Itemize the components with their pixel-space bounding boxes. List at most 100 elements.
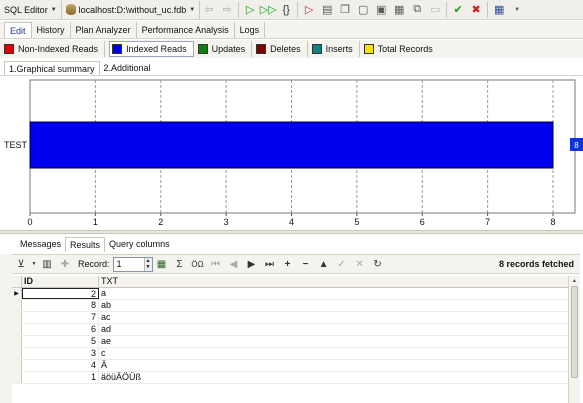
execute-all-icon[interactable]: ▷▷ <box>259 1 277 19</box>
cell-txt[interactable]: a <box>99 288 568 299</box>
prior-record-icon[interactable]: ◀ <box>225 255 243 273</box>
tab-graphical-summary[interactable]: 1.Graphical summary <box>4 61 100 75</box>
x-tick-label: 0 <box>27 217 32 227</box>
chevron-down-icon: ▼ <box>189 6 196 13</box>
cell-id[interactable]: 4 <box>22 360 99 371</box>
tab-additional[interactable]: 2.Additional <box>100 61 155 75</box>
cell-id[interactable]: 6 <box>22 324 99 335</box>
column-header-id[interactable]: ID <box>22 276 99 287</box>
editor-dropdown[interactable]: SQL Editor ▼ <box>0 0 62 19</box>
edit-record-icon[interactable]: ▲ <box>315 255 333 273</box>
record-number-input[interactable]: 1 ▲ ▼ <box>112 256 153 272</box>
rollback-icon[interactable]: ✖ <box>467 1 485 19</box>
tab-messages[interactable]: Messages <box>16 237 65 252</box>
next-record-icon[interactable]: ▶ <box>243 255 261 273</box>
table-view-icon[interactable]: ▦ <box>153 255 171 273</box>
insert-record-icon[interactable]: + <box>279 255 297 273</box>
legend-deletes[interactable]: Deletes <box>256 41 308 57</box>
table-row[interactable]: 3 c <box>12 348 568 360</box>
chevron-down-icon: ▼ <box>50 6 57 13</box>
table-row[interactable]: 8 ab <box>12 300 568 312</box>
left-gutter <box>0 254 12 403</box>
tab-performance-analysis[interactable]: Performance Analysis <box>137 21 235 38</box>
unicode-icon[interactable]: ÖΩ <box>189 255 207 273</box>
calculator-icon[interactable]: ▦ <box>490 1 508 19</box>
execute-block-icon[interactable]: {} <box>277 1 295 19</box>
row-indicator <box>12 360 22 371</box>
cell-id[interactable]: 8 <box>22 300 99 311</box>
x-tick-label: 3 <box>224 217 229 227</box>
cell-txt[interactable]: Ä <box>99 360 568 371</box>
filter-icon[interactable]: ⊻ <box>12 255 30 273</box>
connection-dropdown[interactable]: localhost:D:\without_uc.fdb ▼ <box>62 0 201 19</box>
legend-label: Indexed Reads <box>126 44 187 54</box>
copy-icon[interactable]: ❐ <box>336 1 354 19</box>
row-indicator <box>12 336 22 347</box>
cell-id[interactable]: 5 <box>22 336 99 347</box>
run-icon[interactable]: ▷ <box>300 1 318 19</box>
paste-icon[interactable]: ▣ <box>372 1 390 19</box>
tab-edit[interactable]: Edit <box>4 21 32 38</box>
row-indicator-header <box>12 276 22 287</box>
new-document-icon[interactable]: ▢ <box>354 1 372 19</box>
legend-total-records[interactable]: Total Records <box>363 41 439 57</box>
cell-txt[interactable]: äöüÄÖÜß <box>99 372 568 383</box>
table-filter-icon[interactable]: ▥ <box>38 255 56 273</box>
tab-plan-analyzer[interactable]: Plan Analyzer <box>71 21 137 38</box>
next-statement-icon[interactable]: ⇨ <box>218 1 236 19</box>
cancel-edit-icon[interactable]: ✕ <box>351 255 369 273</box>
cell-txt[interactable]: ae <box>99 336 568 347</box>
legend-inserts[interactable]: Inserts <box>311 41 360 57</box>
refresh-icon[interactable]: ↻ <box>369 255 387 273</box>
delete-record-icon[interactable]: − <box>297 255 315 273</box>
cell-id[interactable]: 2 <box>22 288 99 299</box>
first-record-icon[interactable]: ⏮ <box>207 255 225 273</box>
cell-txt[interactable]: c <box>99 348 568 359</box>
cell-id[interactable]: 3 <box>22 348 99 359</box>
tab-history[interactable]: History <box>32 21 71 38</box>
format-icon[interactable]: ▤ <box>318 1 336 19</box>
grid-toolbar: ⊻ ▼ ▥ ✚ Record: 1 ▲ ▼ ▦ Σ ÖΩ ⏮ ◀ ▶ ⏭ + − … <box>12 254 580 274</box>
commit-icon[interactable]: ✔ <box>449 1 467 19</box>
cell-txt[interactable]: ab <box>99 300 568 311</box>
last-record-icon[interactable]: ⏭ <box>261 255 279 273</box>
legend-non-indexed-reads[interactable]: Non-Indexed Reads <box>4 41 106 57</box>
legend-updates[interactable]: Updates <box>197 41 253 57</box>
prev-statement-icon[interactable]: ⇦ <box>200 1 218 19</box>
category-label: TEST <box>4 140 28 150</box>
results-grid[interactable]: ID TXT ▶ 2 a 8 ab 7 ac 6 ad 5 ae 3 c 4 Ä… <box>12 276 568 403</box>
table-row[interactable]: 5 ae <box>12 336 568 348</box>
copy-all-icon[interactable]: ⧉ <box>408 1 426 19</box>
grid-vertical-scrollbar[interactable]: ▲ <box>568 276 580 403</box>
table-row[interactable]: 1 äöüÄÖÜß <box>12 372 568 384</box>
clear-icon[interactable]: ▦ <box>390 1 408 19</box>
dropdown-arrow-icon[interactable]: ▼ <box>508 1 526 19</box>
tab-query-columns[interactable]: Query columns <box>105 237 174 252</box>
tab-results[interactable]: Results <box>65 236 106 252</box>
spinner-icon[interactable]: ▲ ▼ <box>143 257 152 271</box>
table-row[interactable]: 6 ad <box>12 324 568 336</box>
execute-icon[interactable]: ▷ <box>241 1 259 19</box>
cell-id[interactable]: 1 <box>22 372 99 383</box>
table-row[interactable]: 7 ac <box>12 312 568 324</box>
sum-icon[interactable]: Σ <box>171 255 189 273</box>
scroll-thumb[interactable] <box>571 286 578 378</box>
table-row[interactable]: 4 Ä <box>12 360 568 372</box>
add-filter-icon[interactable]: ✚ <box>56 255 74 273</box>
post-edit-icon[interactable]: ✓ <box>333 255 351 273</box>
cell-txt[interactable]: ad <box>99 324 568 335</box>
pane-splitter[interactable] <box>0 230 583 234</box>
tab-logs[interactable]: Logs <box>235 21 266 38</box>
toolbar-separator <box>446 1 448 18</box>
cell-id[interactable]: 7 <box>22 312 99 323</box>
chart-svg: 0 1 2 3 4 5 6 7 8 8 TEST <box>4 79 583 227</box>
x-tick-label: 2 <box>158 217 163 227</box>
cell-txt[interactable]: ac <box>99 312 568 323</box>
x-tick-label: 1 <box>93 217 98 227</box>
filter-dropdown-icon[interactable]: ▼ <box>30 255 38 273</box>
scroll-up-icon[interactable]: ▲ <box>569 276 580 286</box>
legend-indexed-reads[interactable]: Indexed Reads <box>109 41 194 57</box>
column-header-txt[interactable]: TXT <box>99 276 568 287</box>
blank-icon[interactable]: ▭ <box>426 1 444 19</box>
table-row[interactable]: ▶ 2 a <box>12 288 568 300</box>
